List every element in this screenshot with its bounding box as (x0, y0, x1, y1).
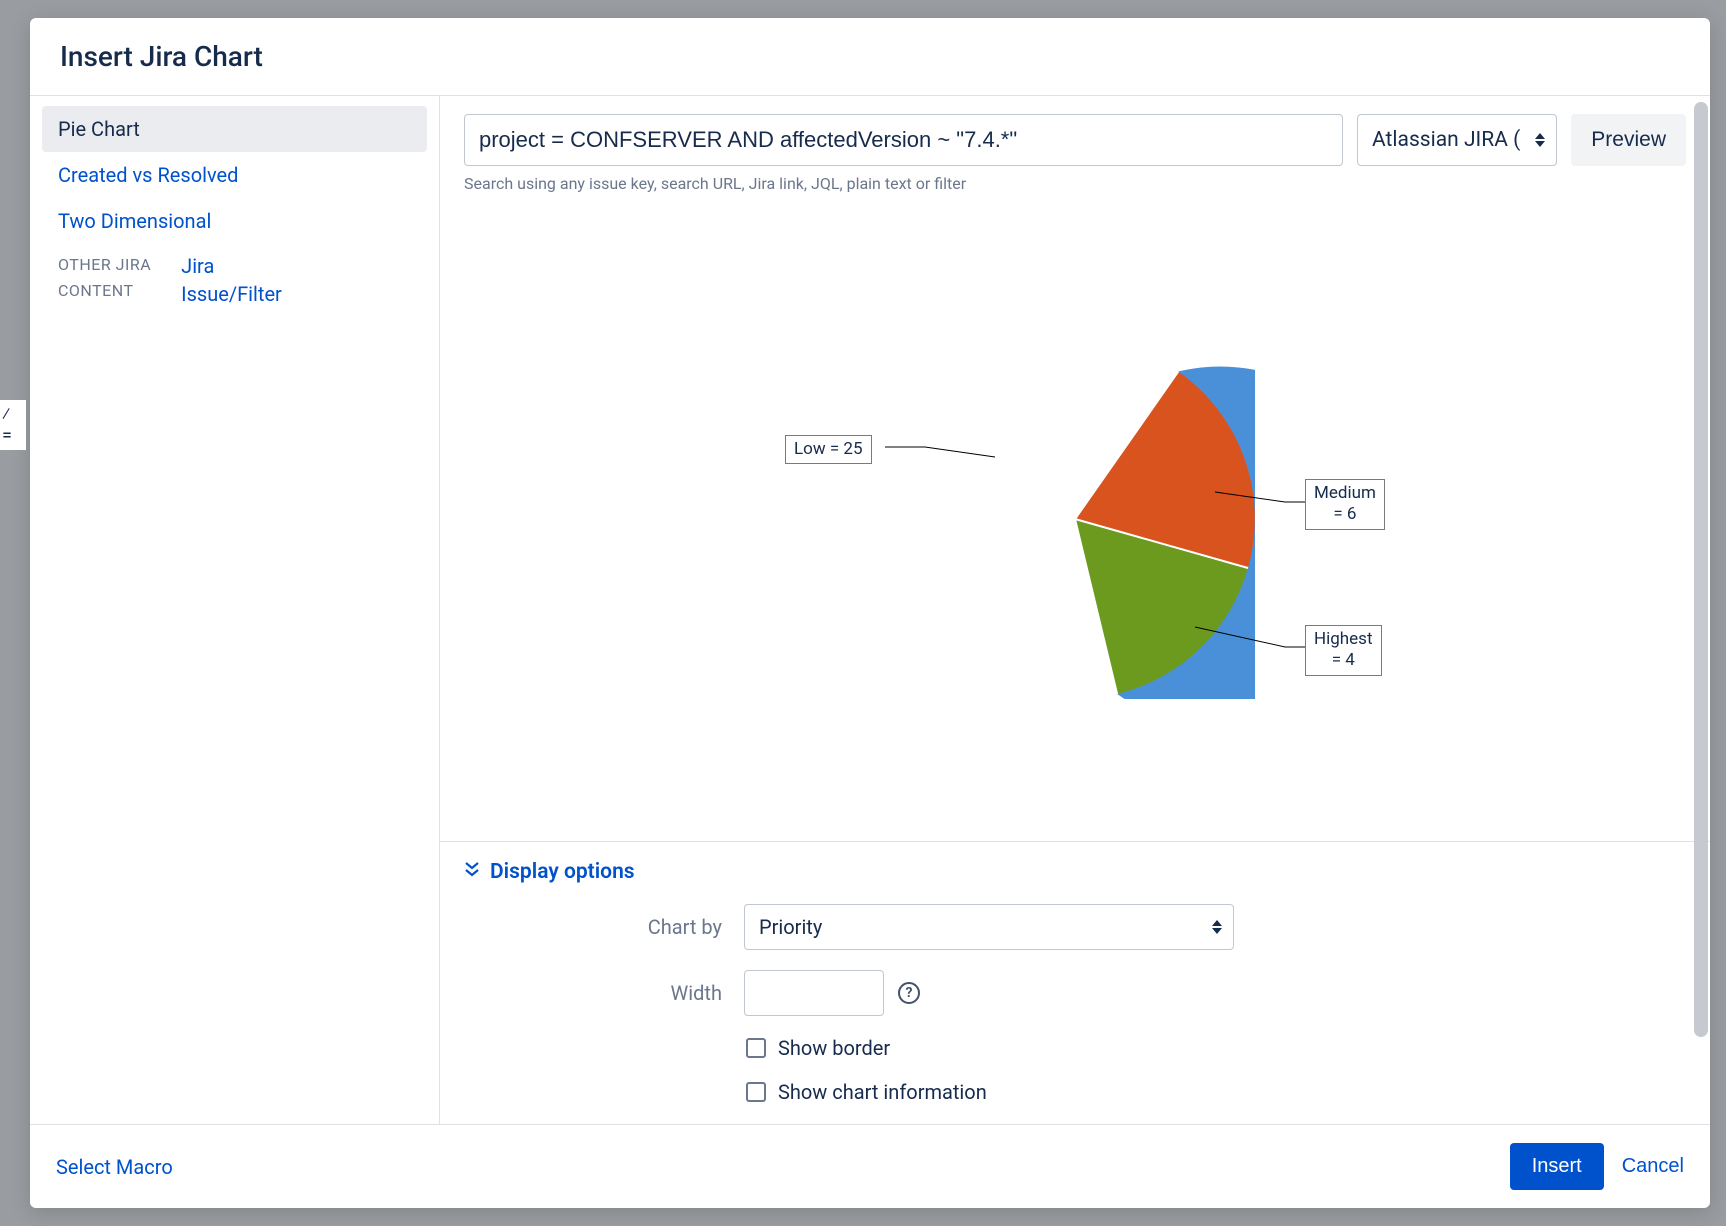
show-border-checkbox[interactable] (746, 1038, 766, 1058)
width-label: Width (464, 981, 744, 1005)
width-input[interactable] (744, 970, 884, 1016)
display-options-title: Display options (490, 860, 635, 884)
show-border-label: Show border (778, 1036, 890, 1060)
sidebar-item-label: Two Dimensional (58, 209, 211, 233)
insert-jira-chart-dialog: Insert Jira Chart Pie Chart Created vs R… (30, 18, 1710, 1208)
pie-chart (895, 339, 1255, 699)
pie-label-medium: Medium = 6 (1305, 479, 1385, 530)
dialog-footer: Select Macro Insert Cancel (30, 1124, 1710, 1208)
chart-by-label: Chart by (464, 915, 744, 939)
select-macro-link[interactable]: Select Macro (56, 1155, 173, 1179)
jira-issue-filter-link[interactable]: Jira Issue/Filter (181, 252, 282, 308)
pie-label-low: Low = 25 (785, 435, 872, 464)
jira-server-select[interactable]: Atlassian JIRA ( (1357, 114, 1557, 166)
server-select-label: Atlassian JIRA ( (1372, 128, 1520, 152)
sidebar-item-label: Created vs Resolved (58, 163, 238, 187)
select-arrows-icon (1211, 919, 1223, 935)
chart-by-value: Priority (759, 915, 822, 939)
display-options-toggle[interactable]: Display options (464, 860, 1686, 884)
background-editor-fragment: ⁄ = (0, 400, 26, 450)
other-jira-content-label: OTHER JIRA CONTENT (58, 252, 151, 303)
search-hint: Search using any issue key, search URL, … (464, 174, 1686, 193)
dialog-header: Insert Jira Chart (30, 18, 1710, 96)
sidebar-item-pie-chart[interactable]: Pie Chart (42, 106, 427, 152)
insert-button[interactable]: Insert (1510, 1143, 1604, 1190)
show-chart-info-checkbox[interactable] (746, 1082, 766, 1102)
chart-preview-area: Low = 25 Medium = 6 Highest = 4 (440, 193, 1710, 842)
pie-label-highest: Highest = 4 (1305, 625, 1382, 676)
show-chart-info-label: Show chart information (778, 1080, 987, 1104)
chart-type-sidebar: Pie Chart Created vs Resolved Two Dimens… (30, 96, 440, 1124)
collapse-icon (464, 860, 480, 884)
jql-search-input[interactable] (464, 114, 1343, 166)
main-panel: Atlassian JIRA ( Preview Search using an… (440, 96, 1710, 1124)
preview-button[interactable]: Preview (1571, 114, 1686, 166)
sidebar-item-label: Pie Chart (58, 117, 140, 141)
sidebar-item-two-dimensional[interactable]: Two Dimensional (42, 198, 427, 244)
scrollbar-thumb[interactable] (1694, 102, 1708, 1037)
scrollbar[interactable] (1694, 102, 1708, 1118)
chart-by-select[interactable]: Priority (744, 904, 1234, 950)
display-options-section: Display options Chart by Priority (440, 842, 1710, 1124)
dialog-title: Insert Jira Chart (60, 40, 1680, 73)
sidebar-item-created-vs-resolved[interactable]: Created vs Resolved (42, 152, 427, 198)
select-arrows-icon (1534, 132, 1546, 148)
help-icon[interactable]: ? (898, 982, 920, 1004)
cancel-button[interactable]: Cancel (1622, 1155, 1684, 1178)
